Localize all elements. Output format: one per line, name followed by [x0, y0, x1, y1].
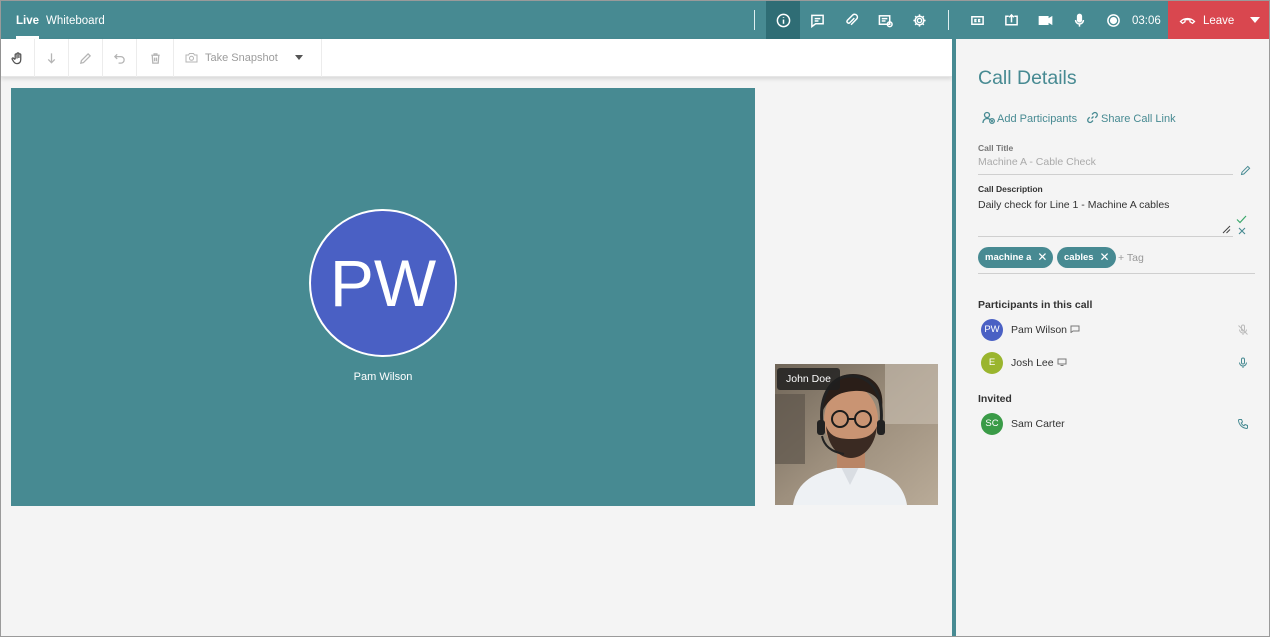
- download-tool[interactable]: [35, 39, 69, 77]
- leave-label: Leave: [1203, 15, 1235, 27]
- trash-icon: [150, 52, 160, 64]
- hand-icon: [11, 51, 22, 64]
- participant-name: Josh Lee: [1011, 357, 1067, 369]
- phone-hangup-icon: [1179, 17, 1196, 25]
- captions-icon: [970, 15, 984, 25]
- main-participant-name: Pam Wilson: [353, 371, 413, 383]
- remove-tag-icon[interactable]: ✕: [1037, 247, 1047, 268]
- call-title-input[interactable]: Machine A - Cable Check: [978, 156, 1096, 168]
- divider: [948, 10, 949, 30]
- tag-label: machine a: [985, 252, 1032, 263]
- participant-row: E Josh Lee: [981, 352, 1251, 374]
- avatar: E: [981, 352, 1003, 374]
- avatar: PW: [981, 319, 1003, 341]
- record-button[interactable]: [1096, 1, 1130, 39]
- download-icon: [47, 52, 56, 64]
- pencil-tool[interactable]: [69, 39, 103, 77]
- snapshot-dropdown-icon[interactable]: [295, 55, 303, 60]
- take-snapshot-button[interactable]: Take Snapshot: [174, 39, 322, 77]
- record-icon: [1106, 13, 1120, 27]
- whiteboard-toolbar: Take Snapshot: [1, 39, 952, 77]
- tags-underline: [978, 273, 1255, 274]
- hand-tool[interactable]: [1, 39, 35, 77]
- call-details-panel: Call Details Add Participants Share Call…: [952, 39, 1269, 636]
- resize-handle-icon[interactable]: [1222, 225, 1231, 234]
- delete-tool[interactable]: [137, 39, 174, 77]
- chat-bubble-icon: [1070, 325, 1080, 334]
- attachment-icon: [845, 13, 858, 25]
- cancel-x-icon[interactable]: [1238, 227, 1246, 235]
- snapshot-label: Take Snapshot: [205, 52, 278, 64]
- remove-tag-icon[interactable]: ✕: [1100, 247, 1110, 268]
- invited-name: Sam Carter: [1011, 418, 1065, 430]
- participants-heading: Participants in this call: [978, 299, 1093, 311]
- tag-label: cables: [1064, 252, 1094, 263]
- microphone-icon: [1074, 13, 1084, 27]
- captions-button[interactable]: [960, 1, 994, 39]
- invited-row: SC Sam Carter: [981, 413, 1251, 435]
- camera-button[interactable]: [1028, 1, 1062, 39]
- panel-title: Call Details: [978, 67, 1077, 89]
- share-screen-icon: [1004, 13, 1018, 25]
- camera-snapshot-icon: [185, 53, 198, 63]
- participant-name: Pam Wilson: [1011, 324, 1080, 336]
- chat-icon: [810, 14, 824, 28]
- call-description-input[interactable]: Daily check for Line 1 - Machine A cable…: [978, 199, 1169, 211]
- tag-chip: machine a ✕: [978, 247, 1054, 268]
- settings-icon: [912, 13, 926, 27]
- main-video-tile: PW Pam Wilson: [11, 88, 755, 506]
- undo-icon: [113, 53, 125, 64]
- tab-whiteboard[interactable]: Whiteboard: [46, 1, 105, 39]
- leave-dropdown-icon[interactable]: [1250, 17, 1260, 23]
- pencil-icon: [80, 52, 92, 64]
- share-link-label: Share Call Link: [1101, 113, 1176, 125]
- camera-icon: [1038, 15, 1052, 25]
- invited-heading: Invited: [978, 393, 1012, 405]
- divider: [754, 10, 755, 30]
- settings-button[interactable]: [902, 1, 936, 39]
- phone-icon[interactable]: [1237, 418, 1249, 430]
- add-participants-link[interactable]: Add Participants: [982, 111, 1077, 125]
- info-button[interactable]: [766, 1, 800, 39]
- mic-muted-icon[interactable]: [1237, 324, 1249, 336]
- call-title-underline: [978, 174, 1233, 175]
- microphone-button[interactable]: [1062, 1, 1096, 39]
- call-description-label: Call Description: [978, 184, 1043, 194]
- top-bar: Live Whiteboard 03:06 Leave: [1, 1, 1269, 39]
- avatar: SC: [981, 413, 1003, 435]
- participant-row: PW Pam Wilson: [981, 319, 1251, 341]
- monitor-icon: [1057, 358, 1067, 366]
- call-title-label: Call Title: [978, 143, 1014, 153]
- self-video-tile: John Doe: [775, 364, 938, 505]
- share-call-link[interactable]: Share Call Link: [1086, 111, 1176, 125]
- undo-tool[interactable]: [103, 39, 137, 77]
- add-user-icon: [982, 111, 995, 124]
- link-icon: [1087, 111, 1098, 124]
- tag-chip: cables ✕: [1057, 247, 1116, 268]
- call-info-icon: [878, 14, 893, 27]
- tab-live[interactable]: Live: [16, 1, 40, 39]
- mic-icon[interactable]: [1237, 357, 1249, 369]
- participant-name-text: Pam Wilson: [1011, 324, 1068, 336]
- participant-name-text: Josh Lee: [1011, 357, 1054, 369]
- call-info-button[interactable]: [868, 1, 902, 39]
- add-tag-input[interactable]: + Tag: [1118, 252, 1144, 264]
- main-participant-avatar: PW: [309, 209, 457, 357]
- info-icon: [776, 13, 790, 27]
- call-description-underline: [978, 236, 1233, 237]
- leave-button[interactable]: Leave: [1168, 1, 1269, 39]
- add-participants-label: Add Participants: [997, 113, 1078, 125]
- chat-button[interactable]: [800, 1, 834, 39]
- call-timer: 03:06: [1132, 15, 1161, 27]
- attachment-button[interactable]: [834, 1, 868, 39]
- confirm-check-icon[interactable]: [1236, 215, 1247, 224]
- self-name-label: John Doe: [777, 368, 840, 390]
- share-screen-button[interactable]: [994, 1, 1028, 39]
- edit-icon[interactable]: [1240, 165, 1251, 176]
